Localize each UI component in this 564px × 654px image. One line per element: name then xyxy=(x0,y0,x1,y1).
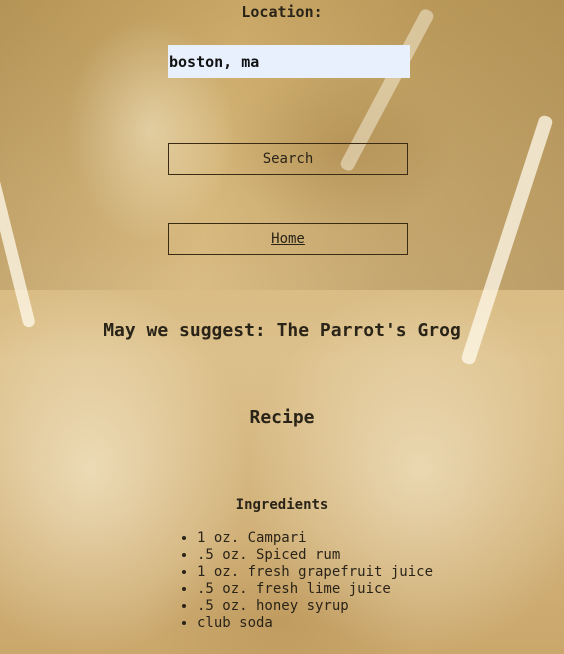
search-button[interactable]: Search xyxy=(168,143,408,175)
ingredients-list: 1 oz. Campari .5 oz. Spiced rum 1 oz. fr… xyxy=(157,530,433,632)
ingredients-heading: Ingredients xyxy=(235,497,329,513)
list-item: .5 oz. Spiced rum xyxy=(197,547,433,564)
list-item: .5 oz. fresh lime juice xyxy=(197,581,433,598)
location-label: Location: xyxy=(241,3,323,21)
location-input[interactable] xyxy=(168,45,410,78)
list-item: club soda xyxy=(197,615,433,632)
list-item: 1 oz. Campari xyxy=(197,530,433,547)
list-item: 1 oz. fresh grapefruit juice xyxy=(197,564,433,581)
suggestion-heading: May we suggest: The Parrot's Grog xyxy=(103,320,461,341)
home-link-button[interactable]: Home xyxy=(168,223,408,255)
main-content: Location: Search Home May we suggest: Th… xyxy=(0,0,564,654)
recipe-heading: Recipe xyxy=(249,407,315,428)
list-item: .5 oz. honey syrup xyxy=(197,598,433,615)
